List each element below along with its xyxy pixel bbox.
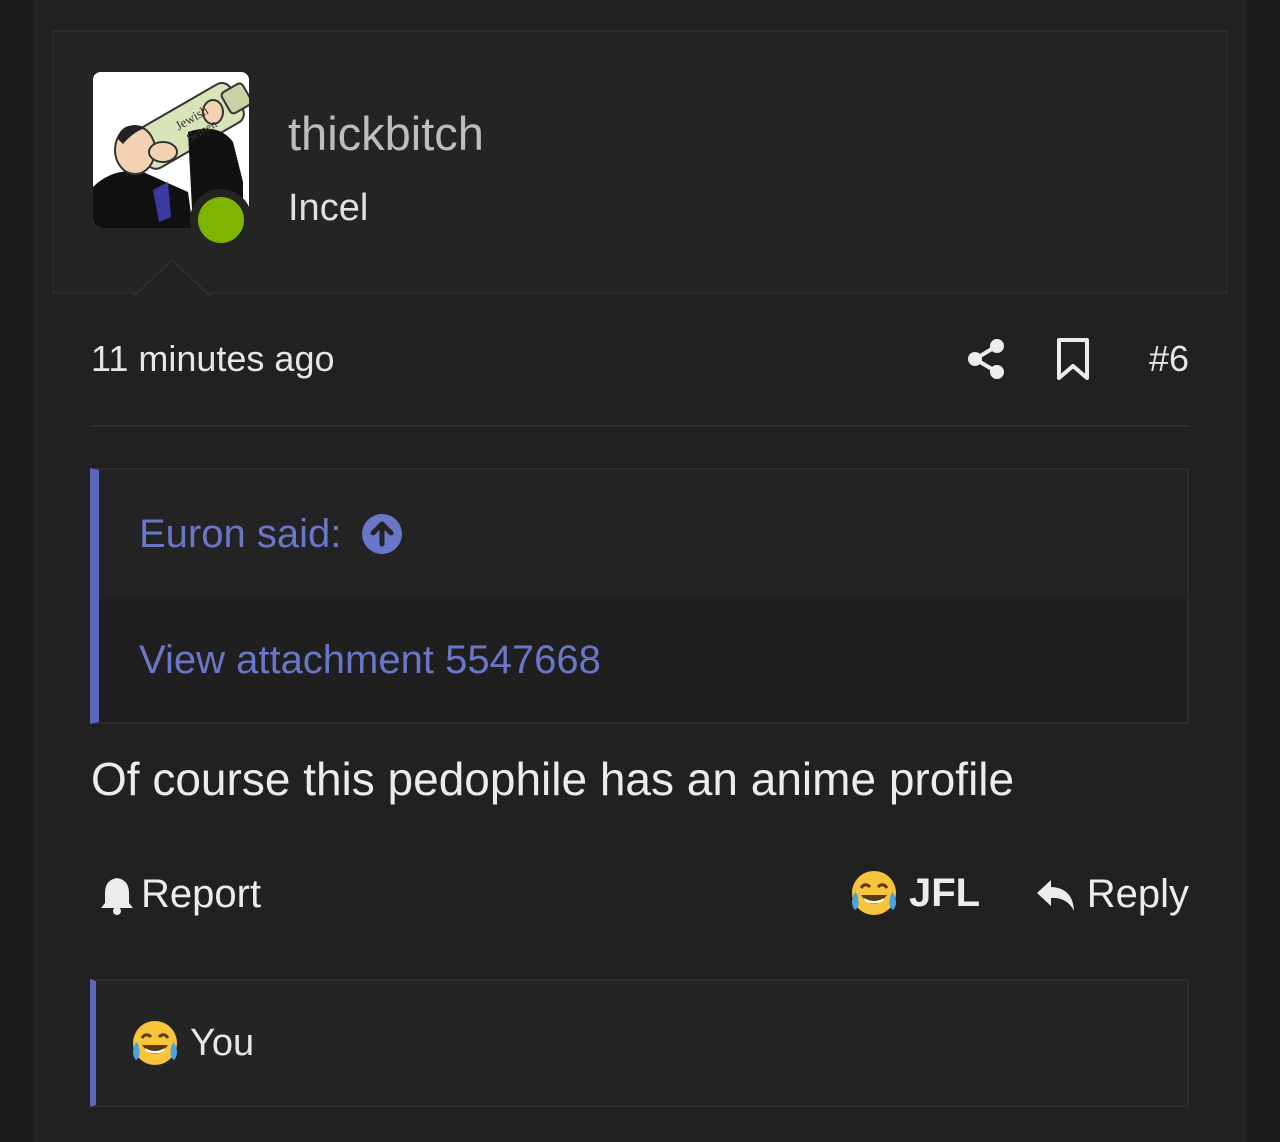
- user-title: Incel: [288, 187, 369, 229]
- reaction-user-label: You: [190, 1021, 255, 1064]
- face-with-tears-of-joy-icon: [852, 871, 896, 915]
- reaction-button[interactable]: JFL: [849, 868, 980, 918]
- quote-content: View attachment 5547668: [99, 598, 1187, 722]
- attachment-link[interactable]: View attachment 5547668: [139, 638, 601, 683]
- arrow-up-circle-icon[interactable]: [361, 513, 403, 555]
- post-meta: 11 minutes ago #6: [91, 330, 1189, 390]
- post-message: Of course this pedophile has an anime pr…: [91, 753, 1015, 805]
- quote-header: Euron said:: [99, 470, 1187, 598]
- reaction-label: JFL: [909, 870, 981, 915]
- post-timestamp[interactable]: 11 minutes ago: [91, 338, 335, 380]
- reactions-summary[interactable]: You: [90, 979, 1189, 1107]
- share-icon[interactable]: [966, 338, 1006, 380]
- reply-label: Reply: [1086, 872, 1189, 916]
- face-with-tears-of-joy-icon: [133, 1021, 177, 1065]
- bell-icon: [101, 877, 133, 915]
- reply-arrow-icon: [1036, 879, 1074, 911]
- divider: [91, 425, 1189, 427]
- username[interactable]: thickbitch: [288, 106, 484, 161]
- quote-author-link[interactable]: Euron said:: [139, 512, 341, 557]
- post-container: Jewish Semen thickbitch Incel 11 minutes…: [33, 0, 1247, 1142]
- bookmark-icon[interactable]: [1055, 338, 1091, 380]
- post-actions: Report JFL Reply: [91, 860, 1189, 932]
- report-button[interactable]: Report: [99, 872, 261, 917]
- post-number-link[interactable]: #6: [1149, 338, 1189, 380]
- online-status-indicator: [190, 189, 252, 251]
- report-label: Report: [141, 872, 262, 916]
- reply-button[interactable]: Reply: [1035, 872, 1189, 917]
- user-header: Jewish Semen thickbitch Incel: [52, 30, 1228, 297]
- quote-block: Euron said: View attachment 5547668: [90, 468, 1189, 724]
